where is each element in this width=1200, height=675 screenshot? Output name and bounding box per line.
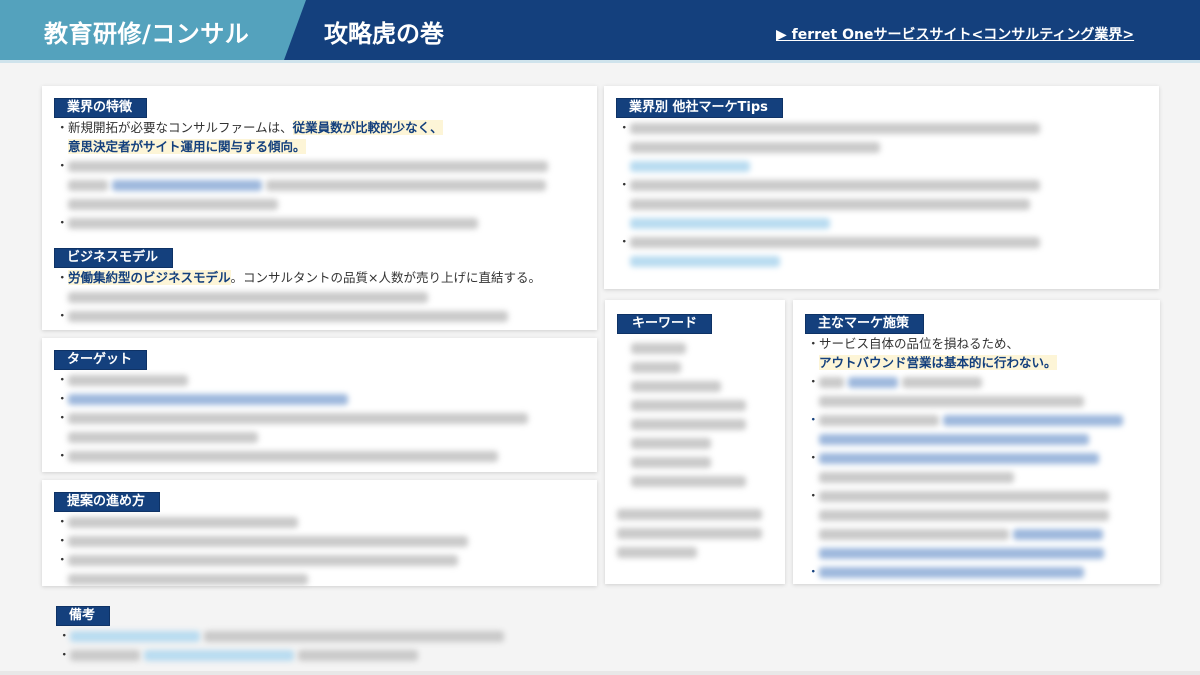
list-item: ・ bbox=[54, 306, 585, 325]
blurred-text bbox=[265, 180, 546, 191]
list-item: ・ bbox=[805, 372, 1148, 410]
industry-section: 業界の特徴 ・ 新規開拓が必要なコンサルファームは、従業員数が比較的少なく、 意… bbox=[54, 96, 585, 232]
blurred-text bbox=[630, 199, 1030, 210]
blurred-text bbox=[68, 574, 308, 585]
page-header: 教育研修/コンサル 攻略虎の巻 ▶ ferret Oneサービスサイト<コンサル… bbox=[0, 0, 1200, 60]
target-card: ターゲット ・ ・ ・ ・ bbox=[42, 338, 597, 472]
tips-card: 業界別 他社マーケTips ・ ・ ・ bbox=[604, 86, 1159, 289]
notes-link[interactable] bbox=[70, 631, 200, 642]
list-item: ・ bbox=[56, 626, 596, 645]
tips-link[interactable] bbox=[630, 218, 830, 229]
list-item: ・ 労働集約型のビジネスモデル。コンサルタントの品質×人数が売り上げに直結する。 bbox=[54, 268, 585, 306]
blurred-text bbox=[630, 142, 880, 153]
list-item: ・ bbox=[54, 389, 585, 408]
blurred-text bbox=[203, 631, 504, 642]
section-label: 業界別 他社マーケTips bbox=[616, 98, 783, 118]
list-item: ・ bbox=[805, 410, 1148, 448]
blurred-text bbox=[68, 199, 278, 210]
footer-divider bbox=[0, 671, 1200, 675]
page-title: 攻略虎の巻 bbox=[324, 20, 444, 48]
section-label: 業界の特徴 bbox=[54, 98, 148, 118]
section-label: 備考 bbox=[56, 606, 111, 626]
business-model-section: ビジネスモデル ・ 労働集約型のビジネスモデル。コンサルタントの品質×人数が売り… bbox=[54, 246, 585, 325]
section-label: 提案の進め方 bbox=[54, 492, 161, 512]
list-item: ・ bbox=[616, 232, 1147, 270]
list-item: ・ bbox=[54, 531, 585, 550]
list-item: ・ bbox=[54, 408, 585, 446]
keyword-item bbox=[617, 414, 773, 433]
keyword-list bbox=[617, 338, 773, 490]
list-item: ・ bbox=[54, 512, 585, 531]
section-label: キーワード bbox=[617, 314, 713, 334]
category-title: 教育研修/コンサル bbox=[44, 20, 250, 48]
keyword-note bbox=[617, 504, 773, 561]
blurred-text bbox=[68, 555, 458, 566]
list-item: ・ bbox=[54, 550, 585, 588]
list-item: ・ bbox=[616, 175, 1147, 232]
blurred-text bbox=[68, 432, 258, 443]
blurred-text bbox=[68, 218, 478, 229]
list-item: ・ bbox=[805, 562, 1148, 581]
keyword-item bbox=[617, 433, 773, 452]
blurred-text bbox=[68, 413, 528, 424]
blurred-text bbox=[70, 650, 140, 661]
keyword-item bbox=[617, 395, 773, 414]
notes-section: 備考 ・ ・ bbox=[56, 604, 596, 664]
blurred-text bbox=[297, 650, 418, 661]
blurred-text bbox=[630, 123, 1040, 134]
blurred-text bbox=[68, 180, 108, 191]
tips-link[interactable] bbox=[630, 161, 750, 172]
list-item: ・ bbox=[805, 486, 1148, 562]
section-label: ターゲット bbox=[54, 350, 148, 370]
keyword-item bbox=[617, 376, 773, 395]
keyword-item bbox=[617, 357, 773, 376]
blurred-text bbox=[630, 180, 1040, 191]
service-site-link[interactable]: ▶ ferret Oneサービスサイト<コンサルティング業界> bbox=[776, 24, 1134, 44]
measures-card: 主なマーケ施策 ・サービス自体の品位を損ねるため、 アウトバウンド営業は基本的に行… bbox=[793, 300, 1160, 584]
header-divider bbox=[0, 60, 1200, 63]
blurred-text bbox=[68, 311, 508, 322]
industry-card: 業界の特徴 ・ 新規開拓が必要なコンサルファームは、従業員数が比較的少なく、 意… bbox=[42, 86, 597, 330]
keyword-item bbox=[617, 452, 773, 471]
list-item: ・ bbox=[54, 213, 585, 232]
list-item: ・ bbox=[56, 645, 596, 664]
list-item: ・ bbox=[805, 448, 1148, 486]
tips-link[interactable] bbox=[630, 256, 780, 267]
proposal-card: 提案の進め方 ・ ・ ・ bbox=[42, 480, 597, 586]
blurred-text bbox=[68, 375, 188, 386]
list-item: ・サービス自体の品位を損ねるため、 アウトバウンド営業は基本的に行わない。 bbox=[807, 336, 1057, 370]
keyword-item bbox=[617, 338, 773, 357]
blurred-text bbox=[68, 292, 428, 303]
list-item: ・ bbox=[54, 446, 585, 465]
list-item: ・ 新規開拓が必要なコンサルファームは、従業員数が比較的少なく、 意思決定者がサ… bbox=[56, 120, 443, 154]
notes-link[interactable] bbox=[143, 650, 294, 661]
blurred-text bbox=[630, 237, 1040, 248]
blurred-text bbox=[68, 517, 298, 528]
keyword-item bbox=[617, 471, 773, 490]
list-item: ・ bbox=[54, 370, 585, 389]
blurred-text bbox=[68, 451, 498, 462]
keywords-card: キーワード bbox=[605, 300, 785, 584]
section-label: 主なマーケ施策 bbox=[805, 314, 925, 334]
blurred-text bbox=[68, 394, 348, 405]
blurred-text bbox=[111, 180, 262, 191]
list-item: ・ bbox=[616, 118, 1147, 175]
blurred-text bbox=[68, 536, 468, 547]
list-item: ・ bbox=[54, 156, 585, 213]
blurred-text bbox=[68, 161, 548, 172]
section-label: ビジネスモデル bbox=[54, 248, 174, 268]
